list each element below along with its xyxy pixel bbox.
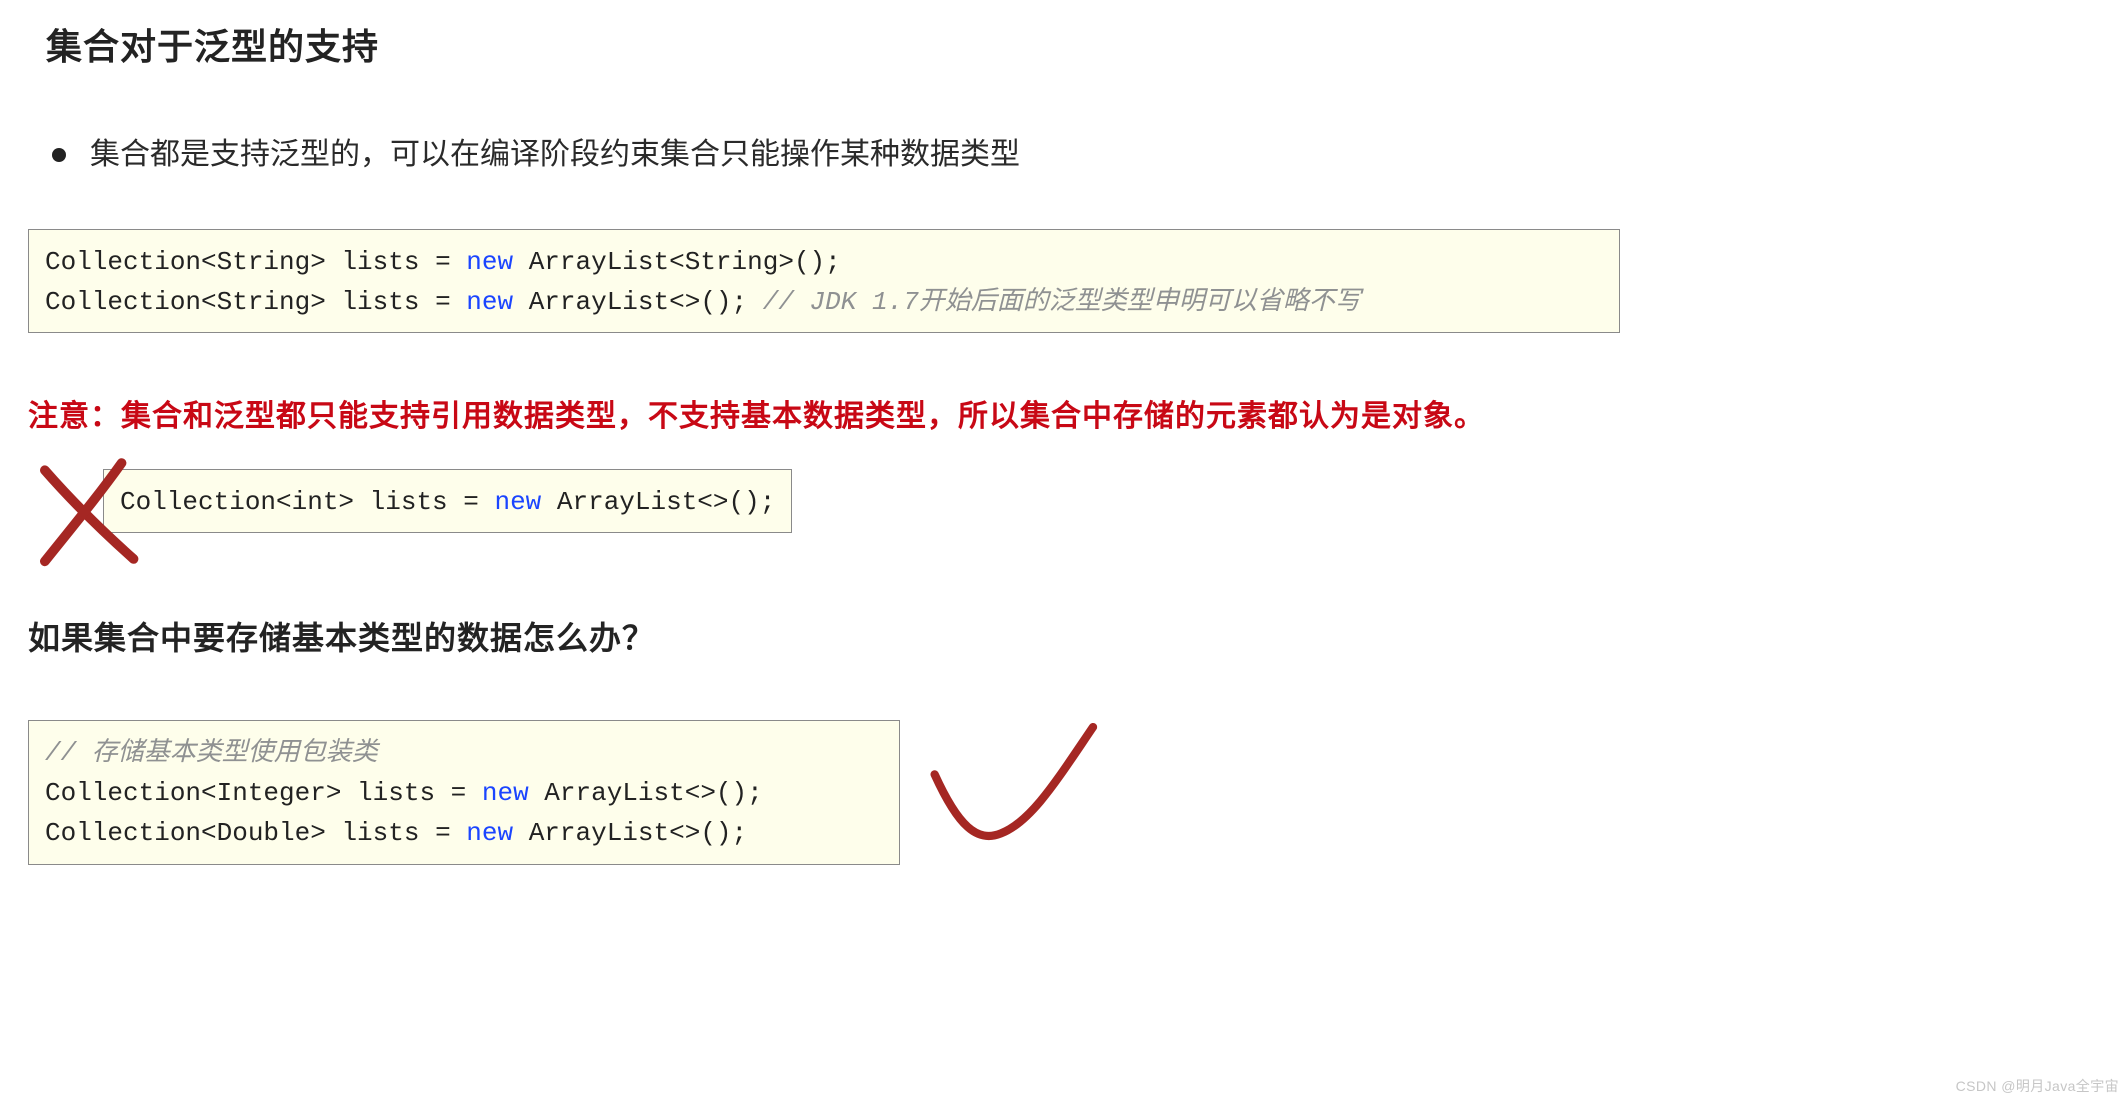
subheading: 如果集合中要存储基本类型的数据怎么办？ [28, 613, 2099, 664]
code-segment: Collection<Double> lists = [45, 818, 466, 848]
code-block-1: Collection<String> lists = new ArrayList… [28, 229, 1620, 334]
keyword-new: new [494, 487, 541, 517]
heading-main: 集合对于泛型的支持 [46, 18, 2099, 76]
code-segment: ArrayList<>(); [529, 778, 763, 808]
code-segment: ArrayList<>(); [513, 818, 747, 848]
important-note: 注意：集合和泛型都只能支持引用数据类型，不支持基本数据类型，所以集合中存储的元素… [28, 393, 2099, 441]
code-segment: Collection<String> lists = [45, 247, 466, 277]
code-comment: // JDK 1.7开始后面的泛型类型申明可以省略不写 [763, 287, 1361, 317]
keyword-new: new [466, 818, 513, 848]
check-icon [920, 720, 1110, 850]
code-block-2: Collection<int> lists = new ArrayList<>(… [103, 469, 792, 533]
code-segment: ArrayList<>(); [513, 287, 763, 317]
code-comment: // 存储基本类型使用包装类 [45, 738, 378, 768]
cross-icon [28, 451, 148, 571]
code-block-3: // 存储基本类型使用包装类 Collection<Integer> lists… [28, 720, 900, 865]
watermark-text: CSDN @明月Java全宇宙 [1956, 1075, 2119, 1097]
code-segment: Collection<Integer> lists = [45, 778, 482, 808]
valid-example: // 存储基本类型使用包装类 Collection<Integer> lists… [28, 720, 2099, 865]
keyword-new: new [466, 287, 513, 317]
code-segment: Collection<String> lists = [45, 287, 466, 317]
code-segment: ArrayList<String>(); [513, 247, 841, 277]
bullet-dot-icon [52, 148, 66, 162]
bullet-item: 集合都是支持泛型的，可以在编译阶段约束集合只能操作某种数据类型 [52, 131, 2099, 179]
code-segment: ArrayList<>(); [541, 487, 775, 517]
bullet-text: 集合都是支持泛型的，可以在编译阶段约束集合只能操作某种数据类型 [90, 131, 1020, 179]
keyword-new: new [482, 778, 529, 808]
invalid-example: Collection<int> lists = new ArrayList<>(… [28, 469, 792, 533]
keyword-new: new [466, 247, 513, 277]
code-segment: Collection<int> lists = [120, 487, 494, 517]
